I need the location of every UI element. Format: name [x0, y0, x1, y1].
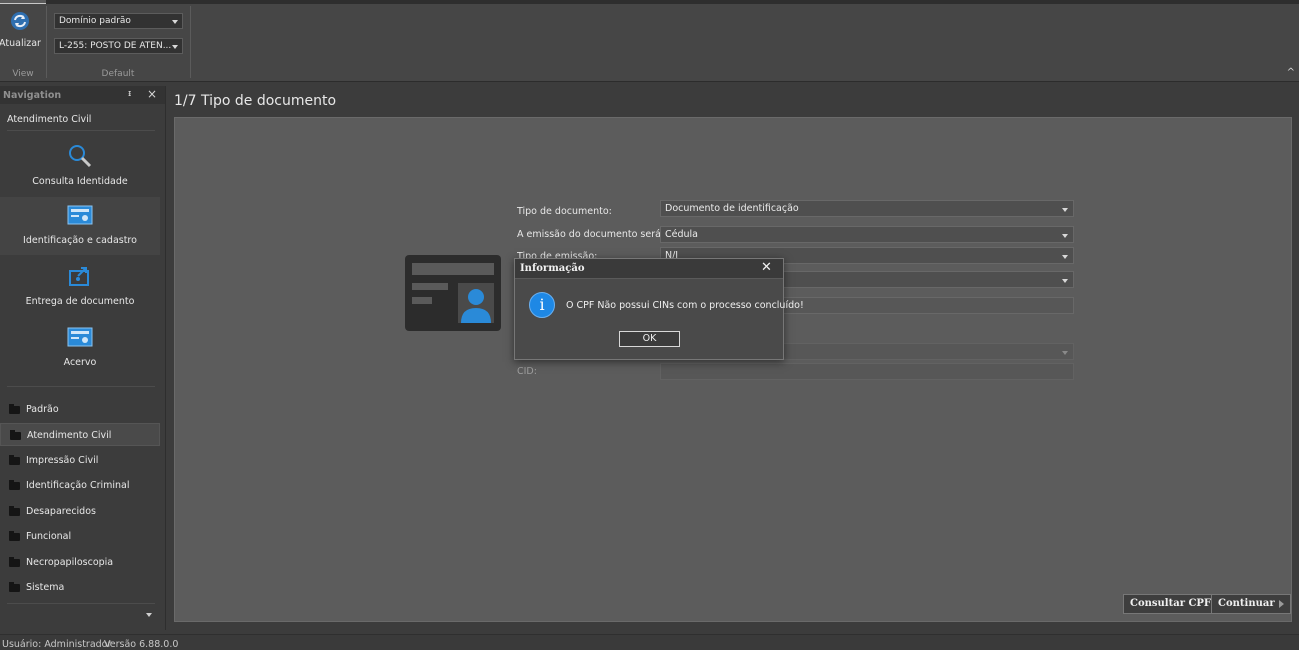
chevron-down-icon: [172, 20, 178, 24]
nav-folder-necropapiloscopia[interactable]: Necropapiloscopia: [0, 551, 160, 574]
chevron-down-icon: [1062, 351, 1068, 355]
close-icon[interactable]: ×: [147, 87, 157, 101]
folder-icon: [9, 531, 20, 541]
chevron-down-icon: [172, 45, 178, 49]
nav-folder-label: Padrão: [26, 404, 59, 415]
nav-item-consulta-identidade[interactable]: Consulta Identidade: [0, 138, 160, 196]
emissao-label: A emissão do documento será em:: [517, 229, 683, 240]
refresh-button[interactable]: Atualizar: [0, 8, 41, 64]
view-group-label: View: [12, 69, 34, 79]
nav-item-acervo[interactable]: Acervo: [0, 319, 160, 377]
dialog-title: Informação: [520, 263, 585, 274]
domain-combo[interactable]: Domínio padrão: [54, 13, 183, 29]
nav-folder-label: Desaparecidos: [26, 506, 96, 517]
refresh-label: Atualizar: [0, 38, 41, 49]
document-delivery-icon: [69, 267, 89, 286]
nav-folder-label: Sistema: [26, 582, 65, 593]
splitter[interactable]: [165, 86, 166, 630]
chevron-right-icon: [1278, 599, 1284, 608]
chevron-down-icon: [1062, 234, 1068, 238]
nav-folder-funcional[interactable]: Funcional: [0, 525, 160, 548]
divider: [7, 603, 155, 604]
nav-section-title: Atendimento Civil: [7, 114, 92, 125]
status-version: Versão 6.88.0.0: [104, 639, 179, 650]
chevron-down-icon[interactable]: [146, 613, 152, 617]
consultar-cpf-button[interactable]: Consultar CPF: [1123, 594, 1219, 614]
nav-item-label: Acervo: [63, 357, 97, 368]
folder-icon: [9, 557, 20, 567]
domain-combo-value: Domínio padrão: [59, 16, 131, 26]
search-icon: [69, 145, 92, 168]
tipo-documento-select[interactable]: Documento de identificação: [660, 200, 1074, 217]
ribbon-top-strip: [0, 0, 1299, 4]
nav-folder-desaparecidos[interactable]: Desaparecidos: [0, 500, 160, 523]
chevron-down-icon: [1062, 255, 1068, 259]
divider: [7, 386, 155, 387]
nav-folder-identificacao-criminal[interactable]: Identificação Criminal: [0, 474, 160, 497]
nav-item-entrega-documento[interactable]: Entrega de documento: [0, 258, 160, 316]
avatar: [458, 283, 494, 323]
ribbon-active-tab[interactable]: [0, 0, 46, 4]
status-user: Usuário: Administrador: [2, 639, 112, 650]
nav-folder-label: Identificação Criminal: [26, 480, 130, 491]
divider: [7, 130, 155, 131]
information-dialog: Informação ✕ i O CPF Não possui CINs com…: [514, 258, 804, 360]
post-combo[interactable]: L-255: POSTO DE ATEN...: [54, 38, 183, 54]
folder-icon: [9, 582, 20, 592]
emissao-select[interactable]: Cédula: [660, 226, 1074, 243]
nav-item-identificacao-cadastro[interactable]: Identificação e cadastro: [0, 197, 160, 255]
tipo-documento-value: Documento de identificação: [665, 203, 799, 214]
navigation-header: Navigation ᵻ ×: [0, 86, 165, 104]
folder-icon: [10, 430, 21, 440]
ribbon-group-separator: [46, 6, 47, 78]
nav-folder-label: Funcional: [26, 531, 72, 542]
post-combo-value: L-255: POSTO DE ATEN...: [59, 41, 172, 51]
ribbon: Atualizar View Domínio padrão L-255: POS…: [0, 0, 1299, 82]
continuar-label: Continuar: [1218, 598, 1275, 609]
nav-folder-impressao-civil[interactable]: Impressão Civil: [0, 449, 160, 472]
emissao-value: Cédula: [665, 229, 698, 240]
person-icon: [461, 289, 491, 323]
nav-folder-label: Impressão Civil: [26, 455, 99, 466]
nav-item-label: Consulta Identidade: [32, 176, 128, 187]
default-group-label: Default: [101, 69, 135, 79]
nav-folder-padrao[interactable]: Padrão: [0, 398, 160, 421]
dialog-titlebar[interactable]: Informação ✕: [515, 259, 783, 279]
id-card-icon: [67, 327, 93, 347]
nav-folder-label: Necropapiloscopia: [26, 557, 114, 568]
status-bar: Usuário: Administrador Versão 6.88.0.0: [0, 634, 1299, 650]
tipo-documento-label: Tipo de documento:: [517, 206, 612, 217]
page-title: 1/7 Tipo de documento: [174, 93, 337, 109]
nav-folder-atendimento-civil[interactable]: Atendimento Civil: [0, 423, 160, 446]
nav-folder-label: Atendimento Civil: [27, 430, 112, 441]
close-icon[interactable]: ✕: [761, 260, 772, 275]
ok-button[interactable]: OK: [619, 331, 680, 347]
card-bar: [412, 297, 432, 304]
navigation-panel: Navigation ᵻ × Atendimento Civil Consult…: [0, 86, 165, 630]
chevron-down-icon: [1062, 279, 1068, 283]
folder-icon: [9, 455, 20, 465]
refresh-icon: [11, 12, 29, 30]
pin-icon[interactable]: ᵻ: [128, 89, 131, 99]
id-card-icon: [67, 205, 93, 225]
nav-folder-sistema[interactable]: Sistema: [0, 576, 160, 599]
continuar-button[interactable]: Continuar: [1211, 594, 1291, 614]
folder-icon: [9, 506, 20, 516]
nav-item-label: Entrega de documento: [25, 296, 135, 307]
card-bar: [412, 263, 494, 275]
cid-input: [660, 363, 1074, 380]
nav-item-label: Identificação e cadastro: [23, 235, 137, 246]
dialog-message: O CPF Não possui CINs com o processo con…: [566, 300, 804, 311]
consultar-cpf-label: Consultar CPF: [1130, 598, 1212, 609]
chevron-down-icon: [1062, 208, 1068, 212]
folder-icon: [9, 404, 20, 414]
navigation-title: Navigation: [3, 90, 62, 101]
collapse-ribbon-icon[interactable]: ^: [1287, 67, 1295, 78]
card-bar: [412, 283, 448, 290]
folder-icon: [9, 480, 20, 490]
cid-label: CID:: [517, 366, 537, 377]
id-card-illustration: [405, 255, 501, 331]
ribbon-group-separator: [190, 6, 191, 78]
info-icon: i: [529, 292, 555, 318]
